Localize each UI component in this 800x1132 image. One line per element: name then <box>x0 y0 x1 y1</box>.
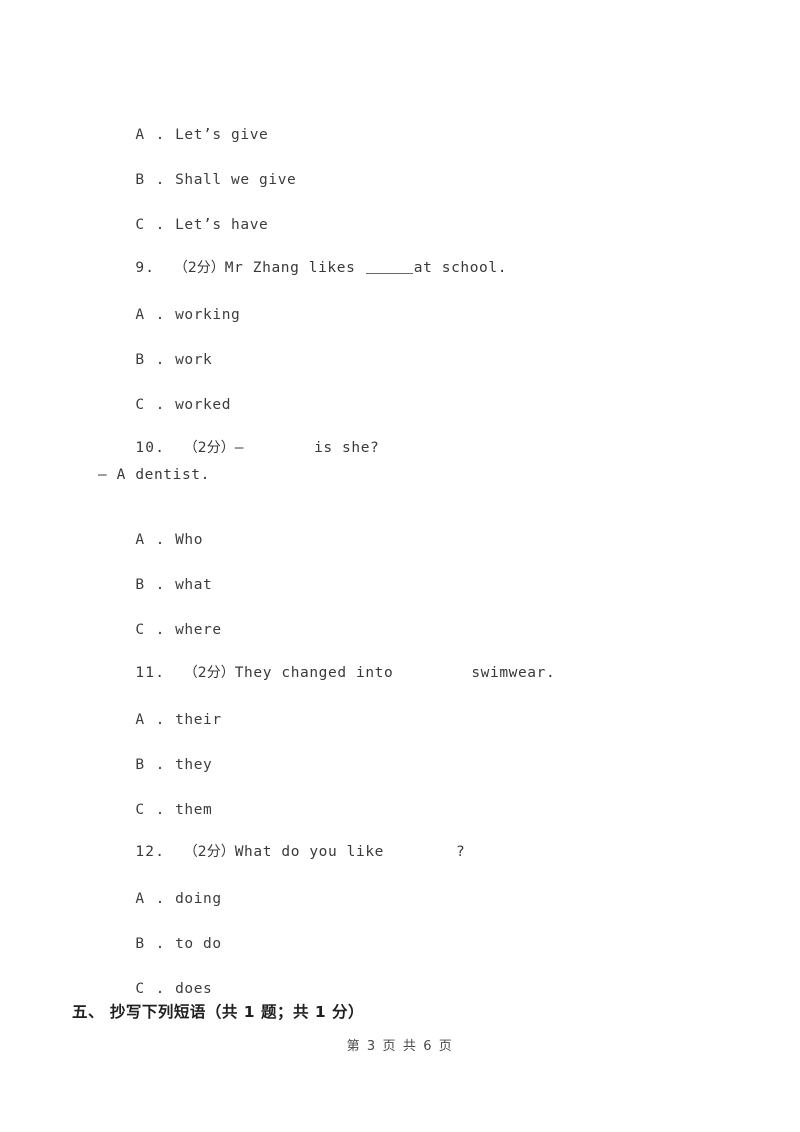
option-marker: C . <box>135 217 166 233</box>
option-marker: A . <box>135 307 166 323</box>
option-text: Let’s give <box>175 127 269 143</box>
exam-page: A . Let’s give B . Shall we give C . Let… <box>0 0 800 1132</box>
option-text: does <box>175 981 213 997</box>
question-score: （2分） <box>183 440 235 456</box>
answer-blank <box>365 273 413 274</box>
question-text-before: — <box>234 440 245 456</box>
question-score: （2分） <box>173 260 225 276</box>
option-text: to do <box>175 936 222 952</box>
option-text: Who <box>175 532 204 548</box>
option-text: Shall we give <box>175 172 297 188</box>
option-marker: C . <box>135 397 166 413</box>
option-text: Let’s have <box>175 217 269 233</box>
option-text: what <box>175 577 213 593</box>
option-text: doing <box>175 891 222 907</box>
option-marker: A . <box>135 891 166 907</box>
question-number: 9. <box>135 260 156 276</box>
option-marker: B . <box>135 352 166 368</box>
question-number: 10. <box>135 440 166 456</box>
option-marker: B . <box>135 172 166 188</box>
question-score: （2分） <box>183 844 235 860</box>
option-marker: B . <box>135 936 166 952</box>
question-text-after: ? <box>456 844 466 860</box>
question-text-after: at school. <box>413 260 508 276</box>
option-marker: A . <box>135 532 166 548</box>
option-text: working <box>175 307 241 323</box>
option-marker: C . <box>135 802 166 818</box>
option-marker: C . <box>135 622 166 638</box>
option-text: them <box>175 802 213 818</box>
option-text: work <box>175 352 213 368</box>
section-heading: 五、 抄写下列短语（共 1 题；共 1 分） <box>72 1003 365 1021</box>
option-text: their <box>175 712 222 728</box>
option-text: worked <box>175 397 232 413</box>
question-score: （2分） <box>183 665 235 681</box>
option-marker: B . <box>135 757 166 773</box>
option-marker: A . <box>135 712 166 728</box>
option-text: where <box>175 622 222 638</box>
option-marker: C . <box>135 981 166 997</box>
question-text-before: They changed into <box>234 665 394 681</box>
question-text-after: swimwear. <box>471 665 556 681</box>
question-text-before: What do you like <box>234 844 384 860</box>
option-marker: A . <box>135 127 166 143</box>
question-number: 11. <box>135 665 166 681</box>
option-text: they <box>175 757 213 773</box>
question-text-before: Mr Zhang likes <box>224 260 365 276</box>
page-footer: 第 3 页 共 6 页 <box>346 1039 454 1054</box>
question-text-after: is she? <box>314 440 380 456</box>
option-marker: B . <box>135 577 166 593</box>
question-continuation: — A dentist. <box>98 467 210 483</box>
question-number: 12. <box>135 844 166 860</box>
